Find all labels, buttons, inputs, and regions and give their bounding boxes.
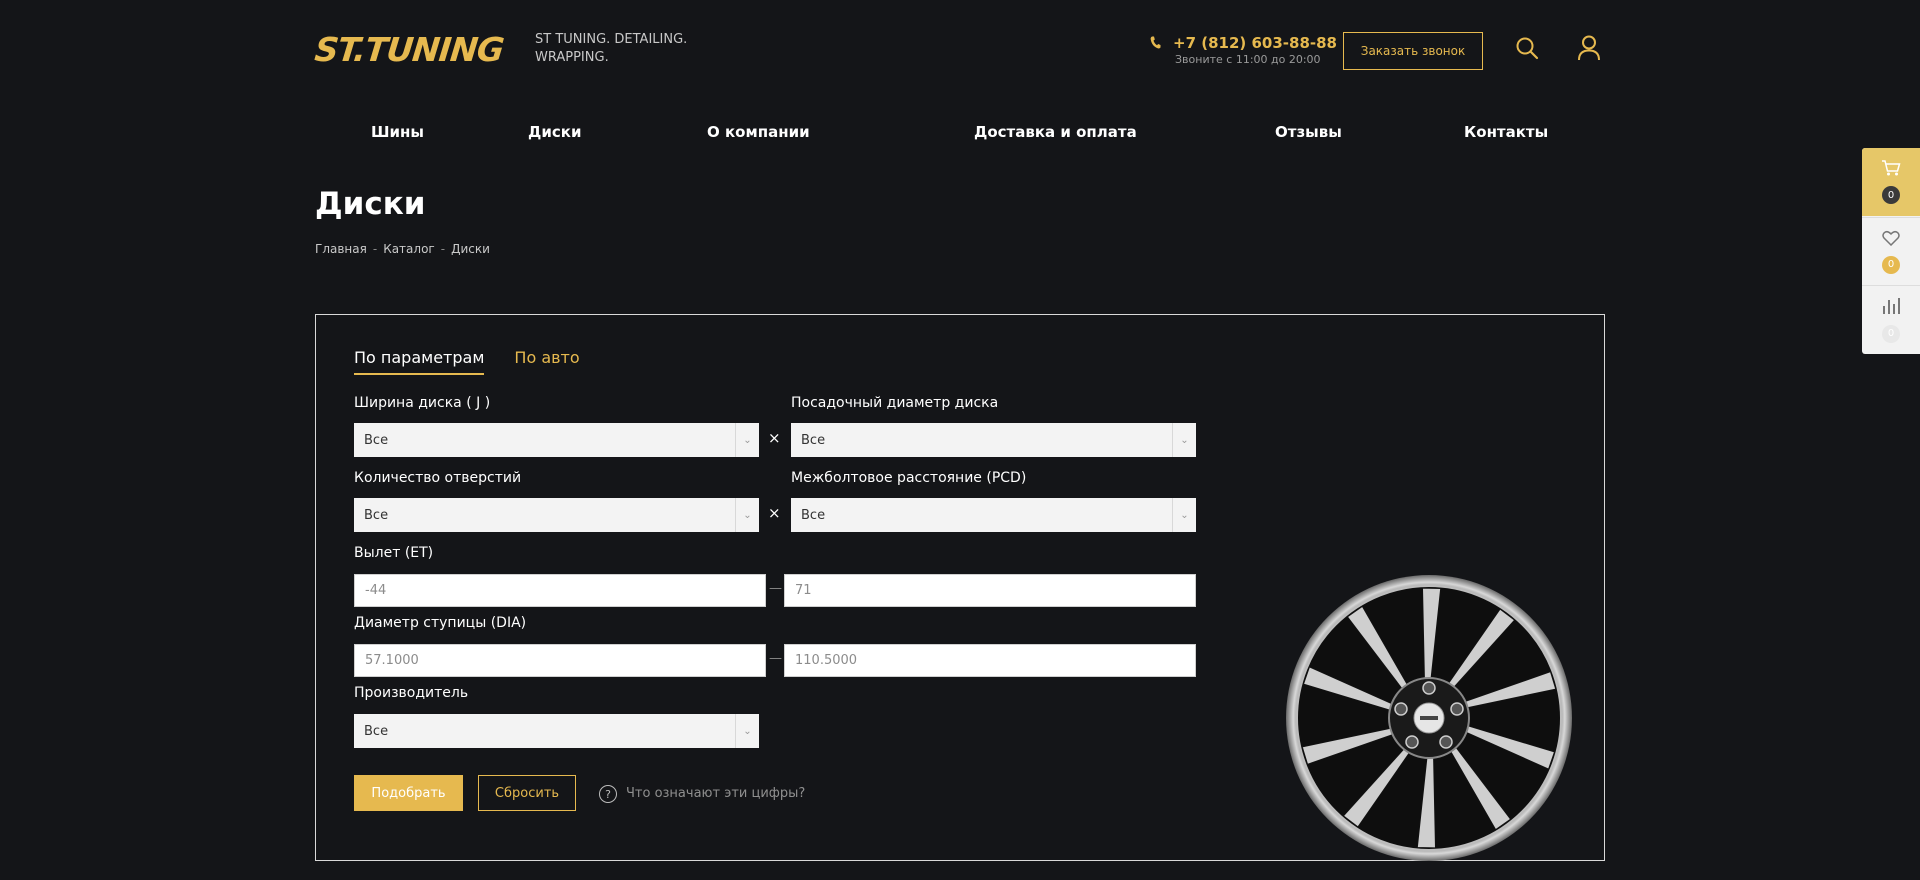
search-icon[interactable] [1515, 36, 1539, 60]
width-select-value: Все [364, 432, 389, 448]
main-nav: Шины Диски О компании Доставка и оплата … [315, 118, 1605, 148]
nav-item-contacts[interactable]: Контакты [1464, 123, 1548, 141]
dia-from-input[interactable]: 57.1000 [354, 644, 766, 677]
favorites-widget[interactable]: 0 [1862, 217, 1920, 285]
help-icon[interactable]: ? [599, 785, 617, 803]
holes-select[interactable]: Все ⌄ [354, 498, 759, 532]
breadcrumb-home[interactable]: Главная [315, 242, 367, 256]
maker-select[interactable]: Все ⌄ [354, 714, 759, 748]
working-hours: Звоните с 11:00 до 20:00 [1175, 53, 1321, 66]
phone-icon [1150, 36, 1161, 53]
chevron-down-icon: ⌄ [1172, 498, 1196, 532]
range-dash: — [769, 651, 782, 666]
compare-widget[interactable]: 0 [1862, 285, 1920, 353]
favorites-count-badge: 0 [1882, 255, 1900, 274]
tab-by-car[interactable]: По авто [514, 348, 579, 375]
chevron-down-icon: ⌄ [735, 714, 759, 748]
breadcrumb-current: Диски [451, 242, 490, 256]
site-tagline: ST TUNING. DETAILING. WRAPPING. [535, 32, 688, 65]
user-account-icon[interactable] [1577, 35, 1601, 61]
cart-icon [1881, 160, 1901, 180]
cart-count-badge: 0 [1882, 186, 1900, 204]
compare-count-badge: 0 [1882, 324, 1900, 343]
maker-label: Производитель [354, 685, 469, 701]
pcd-select-value: Все [801, 507, 826, 523]
breadcrumb: Главная - Каталог - Диски [315, 242, 490, 256]
chevron-down-icon: ⌄ [735, 423, 759, 457]
page-title: Диски [315, 186, 426, 222]
site-header: ST.TUNING ST TUNING. DETAILING. WRAPPING… [313, 0, 1605, 96]
dia-to-input[interactable]: 110.5000 [784, 644, 1196, 677]
diameter-label: Посадочный диаметр диска [791, 395, 999, 411]
tab-by-parameters[interactable]: По параметрам [354, 348, 485, 375]
holes-label: Количество отверстий [354, 470, 522, 486]
breadcrumb-catalog[interactable]: Каталог [383, 242, 435, 256]
diameter-select-value: Все [801, 432, 826, 448]
breadcrumb-separator: - [440, 242, 446, 256]
filter-tabs: По параметрам По авто [354, 348, 580, 375]
help-link[interactable]: Что означают эти цифры? [626, 786, 805, 801]
clear-holes-icon[interactable]: × [768, 504, 781, 522]
pcd-select[interactable]: Все ⌄ [791, 498, 1196, 532]
nav-item-tires[interactable]: Шины [371, 123, 424, 141]
pcd-label: Межболтовое расстояние (PCD) [791, 470, 1027, 486]
cart-widget[interactable]: 0 [1862, 148, 1920, 216]
chevron-down-icon: ⌄ [1172, 423, 1196, 457]
width-select[interactable]: Все ⌄ [354, 423, 759, 457]
dia-label: Диаметр ступицы (DIA) [354, 615, 527, 631]
nav-item-about[interactable]: О компании [707, 123, 810, 141]
compare-chart-icon [1882, 297, 1900, 319]
site-logo[interactable]: ST.TUNING [313, 30, 505, 69]
heart-icon [1882, 230, 1900, 250]
et-label: Вылет (ET) [354, 545, 434, 561]
chevron-down-icon: ⌄ [735, 498, 759, 532]
callback-button[interactable]: Заказать звонок [1343, 32, 1483, 70]
reset-button[interactable]: Сбросить [478, 775, 576, 811]
et-to-input[interactable]: 71 [784, 574, 1196, 607]
width-label: Ширина диска ( J ) [354, 395, 491, 411]
maker-select-value: Все [364, 723, 389, 739]
diameter-select[interactable]: Все ⌄ [791, 423, 1196, 457]
submit-button[interactable]: Подобрать [354, 775, 463, 811]
clear-width-icon[interactable]: × [768, 429, 781, 447]
nav-item-delivery[interactable]: Доставка и оплата [974, 123, 1137, 141]
phone-number[interactable]: +7 (812) 603-88-88 [1173, 34, 1337, 52]
holes-select-value: Все [364, 507, 389, 523]
wheel-image [1286, 575, 1572, 861]
range-dash: — [769, 581, 782, 596]
nav-item-wheels[interactable]: Диски [528, 123, 581, 141]
breadcrumb-separator: - [372, 242, 378, 256]
et-from-input[interactable]: -44 [354, 574, 766, 607]
side-widget: 0 0 0 [1862, 148, 1920, 354]
wheel-filter-panel: По параметрам По авто Ширина диска ( J )… [315, 314, 1605, 861]
nav-item-reviews[interactable]: Отзывы [1275, 123, 1342, 141]
